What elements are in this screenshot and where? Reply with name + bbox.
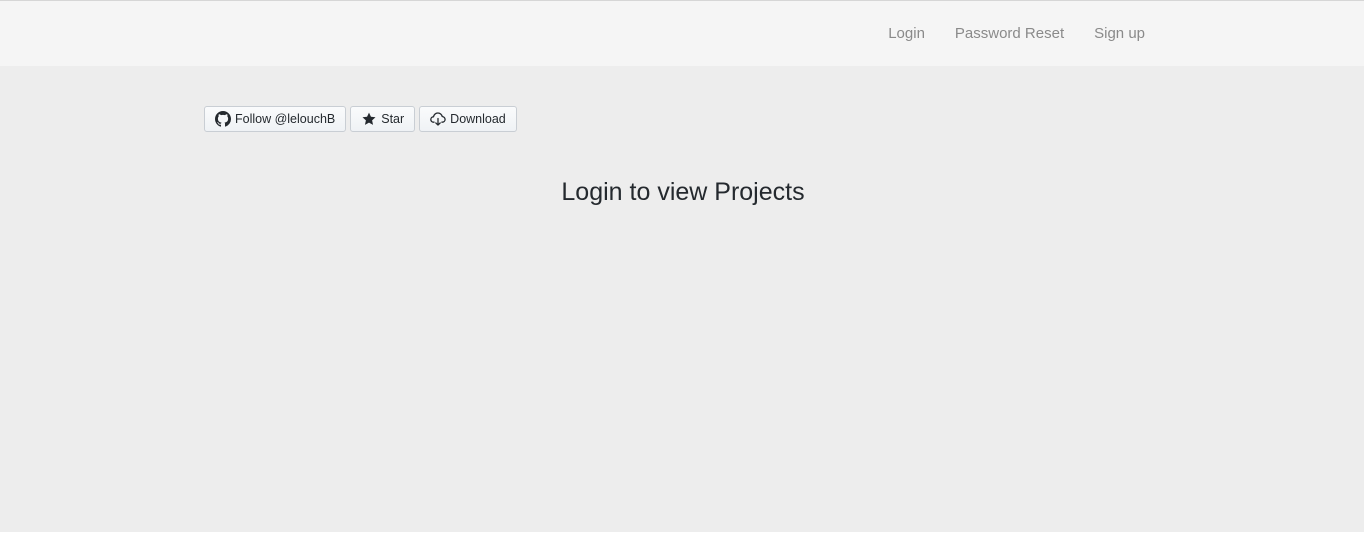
page-title: Login to view Projects	[561, 178, 805, 206]
nav-links: Login Password Reset Sign up	[888, 1, 1145, 66]
github-icon	[215, 111, 231, 127]
page: Login Password Reset Sign up Follow @lel…	[0, 0, 1366, 534]
star-button-label: Star	[381, 112, 405, 126]
download-button[interactable]: Download	[419, 106, 517, 132]
follow-button[interactable]: Follow @lelouchB	[204, 106, 347, 132]
follow-button-label: Follow @lelouchB	[235, 112, 336, 126]
nav-link-sign-up[interactable]: Sign up	[1094, 25, 1145, 42]
star-icon	[361, 111, 377, 127]
download-button-label: Download	[450, 112, 506, 126]
nav-link-login[interactable]: Login	[888, 25, 925, 42]
nav-link-password-reset[interactable]: Password Reset	[955, 25, 1064, 42]
cloud-download-icon	[430, 111, 446, 127]
github-buttons: Follow @lelouchB Star Download	[204, 106, 517, 132]
navbar: Login Password Reset Sign up	[0, 1, 1366, 66]
star-button[interactable]: Star	[350, 106, 416, 132]
